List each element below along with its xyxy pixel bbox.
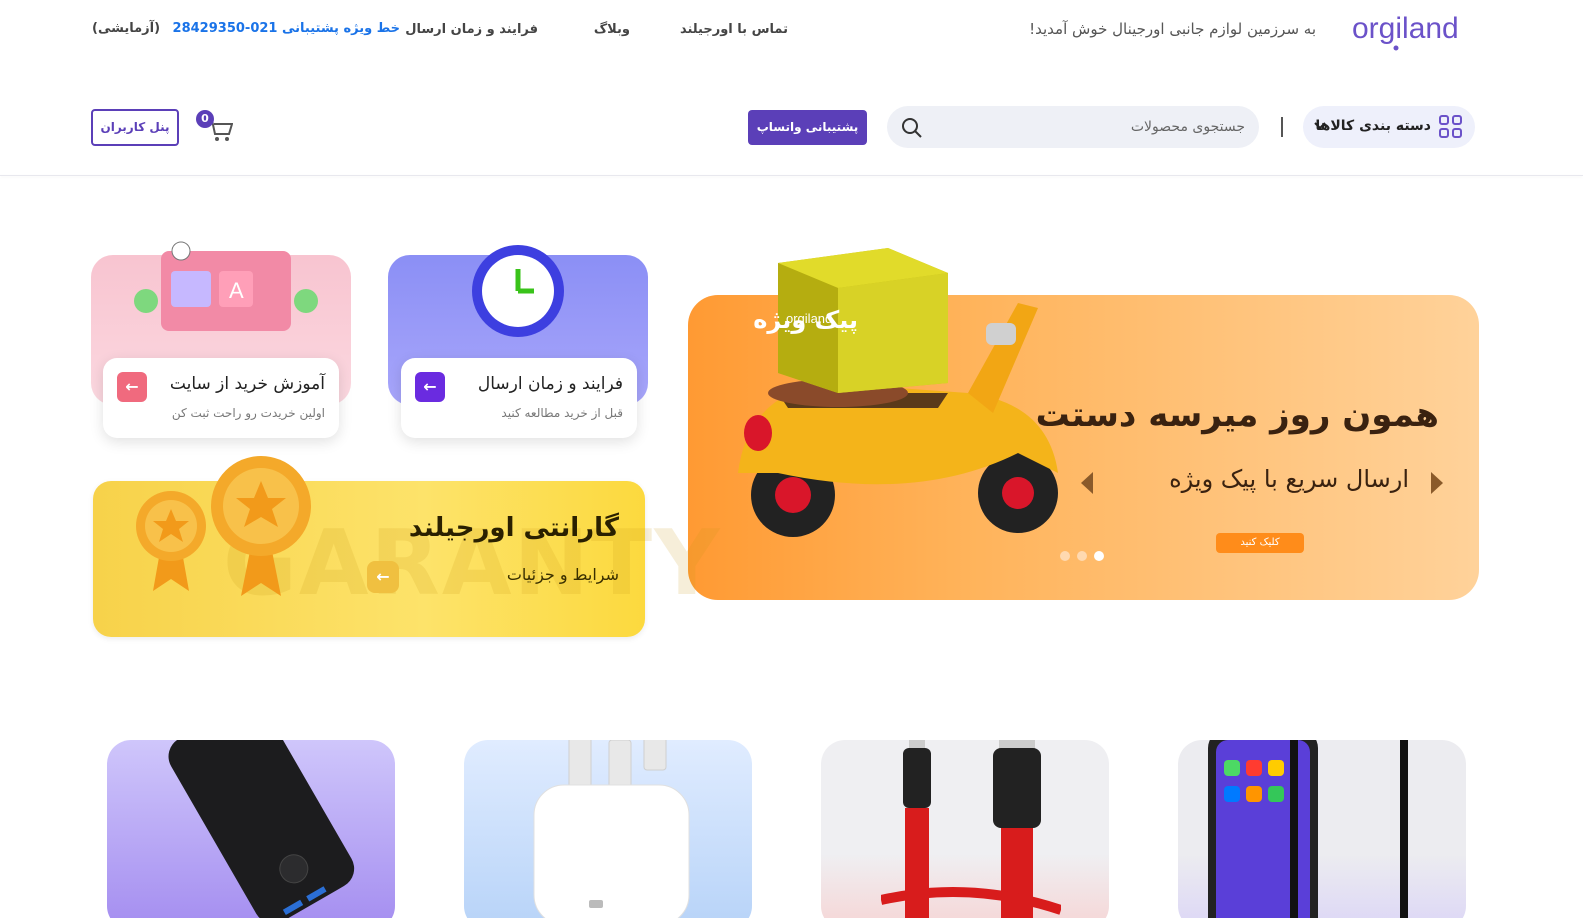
header-divider	[1281, 117, 1283, 137]
delivery-scooter-illustration: پیک ویژه orgiland	[738, 248, 1058, 537]
grid-icon	[1439, 115, 1463, 139]
nav-blog-link[interactable]: وبلاگ	[594, 22, 630, 37]
search-icon[interactable]	[901, 117, 923, 139]
nav-shipping-link[interactable]: فرایند و زمان ارسال	[405, 22, 538, 37]
nav-contact-link[interactable]: تماس با اورجیلند	[680, 22, 788, 37]
website-illustration: A	[134, 241, 318, 331]
arrow-left-icon[interactable]	[415, 372, 445, 402]
clock-icon	[472, 245, 564, 337]
search-input[interactable]	[945, 106, 1245, 148]
support-hotline[interactable]: خط ویژه پشتیبانی 021-28429350 (آزمایشی)	[92, 21, 400, 36]
category-tile-chargers[interactable]	[464, 740, 752, 918]
arrow-left-icon[interactable]	[117, 372, 147, 402]
slider-dot-active[interactable]	[1094, 551, 1104, 561]
apple-charger-icon	[533, 740, 690, 918]
top-bar: orgiland به سرزمین لوازم جانبی اورجینال …	[0, 0, 1583, 64]
hero-prev-arrow[interactable]	[1081, 472, 1093, 494]
warranty-title: گارانتی اورجیلند	[408, 513, 619, 543]
slider-dot[interactable]	[1060, 551, 1070, 561]
hero-title: همون روز میرسه دستت	[1035, 395, 1439, 435]
chevron-down-icon	[1314, 122, 1326, 130]
orgiland-logo[interactable]: orgiland	[1352, 8, 1470, 54]
slider-dot[interactable]	[1077, 551, 1087, 561]
arrow-left-icon[interactable]	[367, 561, 399, 593]
letter-a: A	[229, 278, 244, 303]
warranty-subtitle: شرایط و جزئیات	[506, 565, 619, 584]
hero-banner[interactable]: پیک ویژه orgiland همون روز میرسه دستت ار…	[688, 248, 1479, 600]
whatsapp-support-button[interactable]: پشتیبانی واتساپ	[748, 110, 867, 145]
purchase-guide-info[interactable]: آموزش خرید از سایت اولین خریدت رو راحت ث…	[103, 358, 339, 438]
svg-text:orgiland: orgiland	[786, 311, 832, 326]
medal-icon	[136, 456, 311, 596]
iphone-screen-protector-icon	[1208, 740, 1408, 918]
warranty-banner[interactable]: GARANTY گارانتی اورجیلند شرایط و جزئیات	[93, 456, 719, 637]
support-phone[interactable]: خط ویژه پشتیبانی 021-28429350	[173, 21, 400, 36]
slider-dots	[1060, 551, 1110, 563]
shipping-promo-subtitle: قبل از خرید مطالعه کنید	[501, 406, 623, 420]
hero-next-arrow[interactable]	[1431, 472, 1443, 494]
welcome-message: به سرزمین لوازم جانبی اورجینال خوش آمدید…	[1029, 20, 1316, 38]
categories-label: دسته بندی کالاها	[1315, 118, 1431, 134]
search-box	[887, 106, 1259, 148]
svg-text:orgiland: orgiland	[1352, 12, 1459, 45]
category-tile-powerbanks[interactable]	[107, 740, 395, 918]
category-tile-screen-protector[interactable]	[1178, 740, 1466, 918]
categories-menu-button[interactable]: دسته بندی کالاها	[1303, 106, 1475, 148]
anker-cable-icon	[881, 740, 1061, 918]
shipping-promo-info[interactable]: فرایند و زمان ارسال قبل از خرید مطالعه ک…	[401, 358, 637, 438]
purchase-guide-title: آموزش خرید از سایت	[169, 374, 325, 394]
anker-powerbank-icon	[168, 740, 355, 918]
shipping-promo-title: فرایند و زمان ارسال	[477, 374, 623, 394]
purchase-guide-subtitle: اولین خریدت رو راحت ثبت کن	[171, 406, 325, 420]
hero-cta-button[interactable]: کلیک کنید	[1216, 533, 1304, 553]
user-panel-button[interactable]: پنل کاربران	[91, 109, 179, 146]
hero-subtitle: ارسال سریع با پیک ویژه	[1169, 465, 1409, 493]
cart-count-badge: 0	[196, 110, 214, 128]
support-note: (آزمایشی)	[92, 21, 161, 36]
header-divider-line	[0, 175, 1583, 176]
category-tile-cables[interactable]	[821, 740, 1109, 918]
cart-button[interactable]: 0	[195, 110, 235, 144]
